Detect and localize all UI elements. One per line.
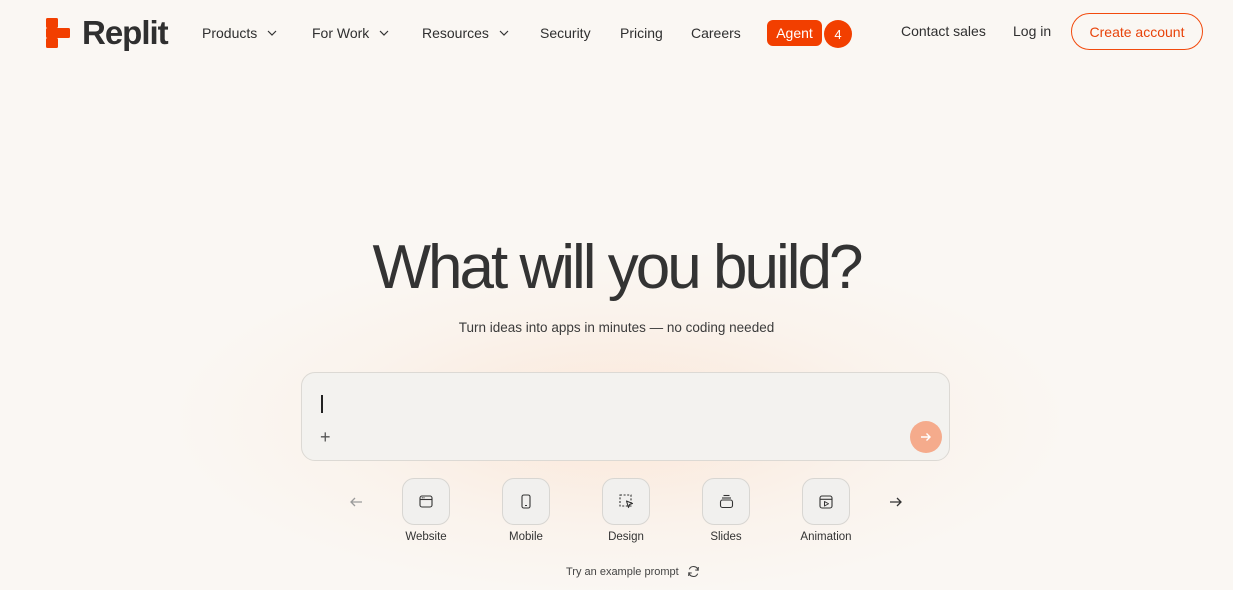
nav-for-work[interactable]: For Work	[312, 24, 389, 42]
replit-logo-icon	[46, 18, 70, 48]
mobile-label: Mobile	[509, 531, 543, 543]
mobile-tile[interactable]	[502, 478, 550, 525]
select-cursor-icon	[618, 494, 633, 509]
nav-pricing[interactable]: Pricing	[620, 24, 663, 42]
arrow-left-icon[interactable]	[348, 494, 364, 510]
logo-text: Replit	[82, 14, 169, 51]
slides-label: Slides	[710, 531, 742, 543]
agent-count-badge: 4	[824, 20, 852, 48]
chevron-down-icon	[379, 30, 389, 36]
slides-tile[interactable]	[702, 478, 750, 525]
chevron-down-icon	[499, 30, 509, 36]
example-prompt-link[interactable]: Try an example prompt	[566, 565, 700, 578]
nav-security[interactable]: Security	[540, 24, 591, 42]
arrow-right-icon[interactable]	[888, 494, 904, 510]
nav-resources[interactable]: Resources	[422, 24, 509, 42]
website-tile[interactable]	[402, 478, 450, 525]
slides-stack-icon	[719, 494, 733, 509]
phone-icon	[521, 494, 531, 509]
nav-label: Pricing	[620, 25, 663, 41]
nav-label: Security	[540, 25, 591, 41]
contact-sales-link[interactable]: Contact sales	[901, 22, 986, 40]
example-prompt-label: Try an example prompt	[566, 565, 679, 578]
arrow-right-icon	[921, 433, 931, 441]
design-label: Design	[608, 531, 644, 543]
nav-label: For Work	[312, 25, 370, 41]
send-button[interactable]	[910, 421, 942, 453]
login-link[interactable]: Log in	[1013, 22, 1051, 40]
play-window-icon	[819, 494, 833, 509]
text-caret	[321, 395, 323, 413]
animation-tile[interactable]	[802, 478, 850, 525]
create-account-button[interactable]: Create account	[1071, 13, 1203, 50]
replit-logo[interactable]: Replit	[46, 14, 169, 52]
agent-button[interactable]: Agent	[767, 20, 822, 46]
prompt-input[interactable]: +	[301, 372, 950, 461]
design-tile[interactable]	[602, 478, 650, 525]
animation-label: Animation	[800, 531, 852, 543]
nav-label: Resources	[422, 25, 489, 41]
nav-careers[interactable]: Careers	[691, 24, 741, 42]
website-label: Website	[405, 531, 447, 543]
hero-subtitle: Turn ideas into apps in minutes — no cod…	[458, 320, 775, 335]
chevron-down-icon	[267, 30, 277, 36]
browser-window-icon	[419, 495, 433, 508]
nav-label: Careers	[691, 25, 741, 41]
refresh-icon	[687, 565, 699, 578]
hero-title: What will you build?	[372, 233, 864, 302]
nav-products[interactable]: Products	[202, 24, 277, 42]
nav-label: Products	[202, 25, 258, 41]
plus-icon[interactable]: +	[320, 428, 331, 446]
